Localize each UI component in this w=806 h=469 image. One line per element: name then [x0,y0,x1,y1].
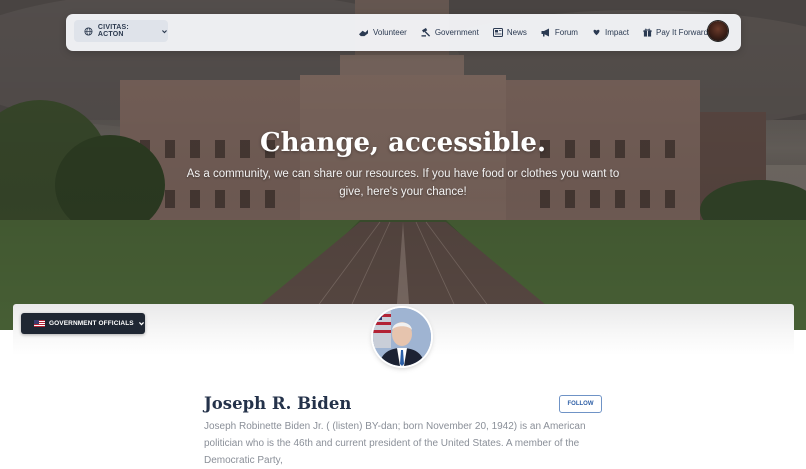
nav-link-volunteer[interactable]: Volunteer [358,28,407,37]
nav-link-label: Forum [554,28,578,37]
official-name: Joseph R. Biden [204,394,352,413]
gavel-icon [421,28,430,37]
nav-link-label: News [506,28,527,37]
nav-link-pay-it-forward[interactable]: Pay It Forward [643,28,708,37]
follow-button[interactable]: FOLLOW [559,395,602,413]
location-label: CIVITAS: ACTON [97,24,129,38]
nav-link-label: Government [434,28,479,37]
hands-icon [359,29,368,37]
newspaper-icon [492,28,503,37]
government-officials-dropdown[interactable]: GOVERNMENT OFFICIALS [21,313,145,334]
hand-heart-icon [593,29,600,36]
nav-link-label: Volunteer [373,28,407,37]
nav-link-impact[interactable]: Impact [592,28,629,37]
nav-link-government[interactable]: Government [421,28,479,37]
nav-link-news[interactable]: News [492,28,527,37]
dropdown-label: GOVERNMENT OFFICIALS [49,320,134,327]
hero-title: Change, accessible. [259,128,547,158]
top-navbar: CIVITAS: ACTON Volunteer Government News… [66,14,741,51]
official-bio: Joseph Robinette Biden Jr. ( (listen) BY… [204,421,586,466]
chevron-down-icon [162,29,168,33]
user-avatar[interactable] [708,21,728,41]
official-photo [373,308,431,366]
hero-subtitle: As a community, we can share our resourc… [186,168,620,198]
nav-link-label: Impact [604,28,629,37]
megaphone-icon [541,28,549,37]
gift-icon [643,28,652,37]
location-selector[interactable]: CIVITAS: ACTON [74,20,168,42]
us-flag-icon [34,320,45,327]
chevron-down-icon [138,322,144,326]
nav-link-label: Pay It Forward [656,28,709,37]
official-portrait [373,308,431,366]
nav-links: Volunteer Government News Forum Impact P… [358,14,722,51]
globe-icon [84,26,93,36]
nav-link-forum[interactable]: Forum [541,28,578,37]
